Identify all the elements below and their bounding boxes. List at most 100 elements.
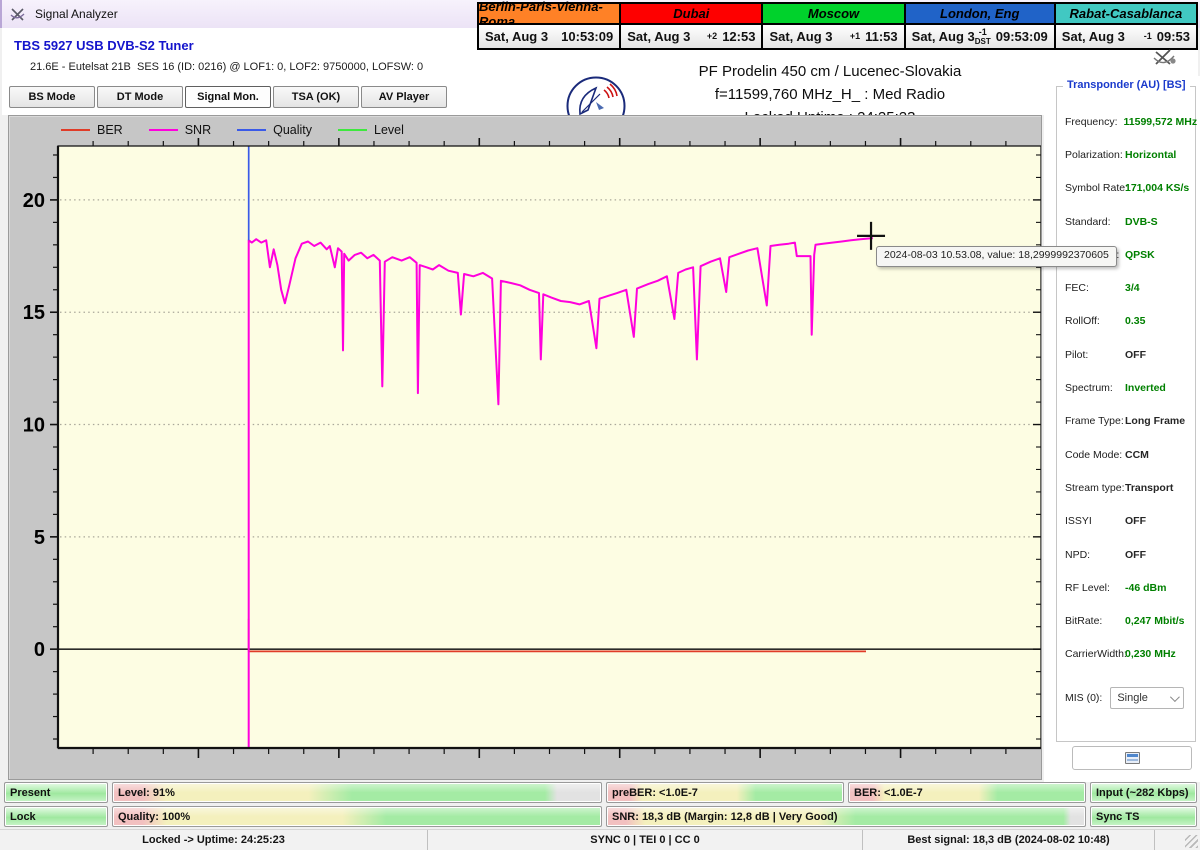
transponder-row: BitRate: 0,247 Mbit/s	[1057, 604, 1195, 637]
transponder-row: Standard: DVB-S	[1057, 205, 1195, 238]
svg-text:20: 20	[23, 190, 45, 212]
signal-history-plot[interactable]: 0 5 10 15 20	[9, 116, 1041, 779]
signal-chart-panel: BER SNR Quality Level 0 5 10 15 20	[8, 115, 1042, 780]
statusbar-sync-counters: SYNC 0 | TEI 0 | CC 0	[428, 830, 863, 850]
clock-city-label: Moscow	[763, 4, 904, 25]
transponder-row-label: Stream type:	[1065, 481, 1125, 494]
clock-berlin: Berlin-Paris-Vienna-Roma Sat, Aug 3 10:5…	[479, 0, 622, 48]
clock-city-label: Dubai	[621, 4, 762, 25]
mis-dropdown[interactable]: Single	[1110, 687, 1185, 709]
clock-date: Sat, Aug 3	[911, 29, 975, 44]
clock-date: Sat, Aug 3	[769, 29, 833, 44]
transponder-row-label: ISSYI	[1065, 515, 1092, 528]
transponder-row: RF Level: -46 dBm	[1057, 571, 1195, 604]
input-rate-indicator: Input (~282 Kbps)	[1090, 782, 1197, 803]
transponder-row-value: Horizontal	[1125, 148, 1177, 161]
transponder-row-value: 171,004 KS/s	[1125, 182, 1190, 195]
transponder-row-value: 3/4	[1125, 282, 1140, 295]
transponder-row-value: CCM	[1125, 448, 1149, 461]
tuner-title: TBS 5927 USB DVB-S2 Tuner	[14, 38, 194, 53]
clock-city-label: Rabat-Casablanca	[1055, 4, 1197, 25]
window-title: Signal Analyzer	[35, 7, 118, 21]
transponder-row-label: Polarization:	[1065, 148, 1123, 161]
mis-selected-value: Single	[1117, 692, 1148, 704]
transponder-row-label: CarrierWidth:	[1065, 648, 1127, 661]
transponder-row-value: OFF	[1125, 548, 1146, 561]
transponder-row-value: 0,230 MHz	[1125, 648, 1176, 661]
transponder-row-value: Long Frame	[1125, 415, 1186, 428]
transponder-row-label: Frequency:	[1065, 115, 1118, 128]
transponder-row-value: 11599,572 MHz	[1123, 115, 1198, 128]
transponder-groupbox: Transponder (AU) [BS] Frequency: 11599,5…	[1056, 79, 1198, 742]
transponder-row-value: Transport	[1125, 481, 1174, 494]
transponder-row-label: Pilot:	[1065, 348, 1089, 361]
status-bar: Locked -> Uptime: 24:25:23 SYNC 0 | TEI …	[0, 829, 1200, 850]
tab-av-player[interactable]: AV Player	[361, 86, 447, 108]
clock-time: 09:53:09	[995, 29, 1048, 44]
transponder-row-label: Spectrum:	[1065, 382, 1113, 395]
clock-time: 11:53	[865, 29, 898, 44]
svg-text:15: 15	[23, 302, 45, 324]
mis-row: MIS (0): Single	[1065, 687, 1191, 709]
clock-utc-offset: -1	[1143, 31, 1152, 41]
clock-moscow: Moscow Sat, Aug 3 +1 11:53	[763, 4, 906, 48]
transport-stream-button[interactable]	[1072, 746, 1192, 770]
transponder-row-value: OFF	[1125, 515, 1146, 528]
transponder-row-label: Frame Type:	[1065, 415, 1124, 428]
transponder-row: Spectrum: Inverted	[1057, 371, 1195, 404]
tab-dt-mode[interactable]: DT Mode	[97, 86, 183, 108]
transponder-row-label: BitRate:	[1065, 615, 1103, 628]
tab-tsa[interactable]: TSA (OK)	[273, 86, 359, 108]
tuner-satellite-info: 21.6E - Eutelsat 21B SES 16 (ID: 0216) @…	[30, 61, 424, 73]
present-indicator: Present	[4, 782, 108, 803]
transponder-row-label: RF Level:	[1065, 581, 1110, 594]
transponder-row-label: Standard:	[1065, 215, 1111, 228]
transponder-row-value: 0,247 Mbit/s	[1125, 615, 1185, 628]
svg-text:5: 5	[34, 527, 45, 549]
transponder-row-label: Symbol Rate:	[1065, 182, 1129, 195]
clock-time: 09:53	[1156, 29, 1191, 44]
antenna-location-line: PF Prodelin 450 cm / Lucenec-Slovakia	[698, 63, 962, 80]
mis-label: MIS (0):	[1065, 692, 1103, 704]
clock-dubai: Dubai Sat, Aug 3 +2 12:53	[621, 4, 764, 48]
world-clocks: Berlin-Paris-Vienna-Roma Sat, Aug 3 10:5…	[477, 0, 1198, 50]
transponder-row: Stream type: Transport	[1057, 471, 1195, 504]
transponder-row-value: OFF	[1125, 348, 1146, 361]
clock-date: Sat, Aug 3	[627, 29, 691, 44]
preber-bar: preBER: <1.0E-7	[606, 782, 844, 803]
satellite-dish-icon	[10, 7, 25, 21]
clock-date: Sat, Aug 3	[1061, 29, 1125, 44]
clock-time: 12:53	[722, 29, 756, 44]
transponder-row: Symbol Rate: 171,004 KS/s	[1057, 172, 1195, 205]
transponder-row-value: -46 dBm	[1125, 581, 1167, 594]
transponder-row-value: Inverted	[1125, 382, 1166, 395]
transponder-row: Frame Type: Long Frame	[1057, 405, 1195, 438]
transponder-row: NPD: OFF	[1057, 538, 1195, 571]
statusbar-uptime: Locked -> Uptime: 24:25:23	[0, 830, 428, 850]
clock-date: Sat, Aug 3	[485, 29, 549, 44]
tab-bs-mode[interactable]: BS Mode	[9, 86, 95, 108]
frequency-line: f=11599,760 MHz_H_ : Med Radio	[714, 86, 946, 103]
chevron-down-icon	[1170, 691, 1181, 702]
clock-city-label: Berlin-Paris-Vienna-Roma	[479, 0, 620, 29]
transponder-row: RollOff: 0.35	[1057, 305, 1195, 338]
svg-text:10: 10	[23, 415, 45, 437]
transponder-row: Frequency: 11599,572 MHz	[1057, 105, 1198, 138]
transponder-groupbox-title: Transponder (AU) [BS]	[1063, 79, 1190, 91]
satellite-dish-icon	[1153, 49, 1176, 65]
lock-indicator: Lock	[4, 806, 108, 827]
ber-bar: BER: <1.0E-7	[848, 782, 1086, 803]
resize-grip[interactable]	[1185, 835, 1198, 848]
transponder-row-label: RollOff:	[1065, 315, 1100, 328]
clock-time: 10:53:09	[561, 29, 614, 44]
transponder-row-value: DVB-S	[1125, 215, 1158, 228]
clock-city-label: London, Eng	[905, 4, 1054, 25]
chart-tooltip: 2024-08-03 10.53.08, value: 18,299999237…	[876, 246, 1117, 267]
clock-utc-offset: +2	[706, 31, 718, 41]
transponder-row: ISSYI OFF	[1057, 505, 1195, 538]
sync-ts-indicator: Sync TS	[1090, 806, 1197, 827]
svg-text:0: 0	[34, 639, 45, 661]
statusbar-best-signal: Best signal: 18,3 dB (2024-08-02 10:48)	[863, 830, 1155, 850]
transponder-rows: Frequency: 11599,572 MHz Polarization: H…	[1057, 105, 1198, 671]
tab-signal-mon[interactable]: Signal Mon.	[185, 86, 271, 108]
